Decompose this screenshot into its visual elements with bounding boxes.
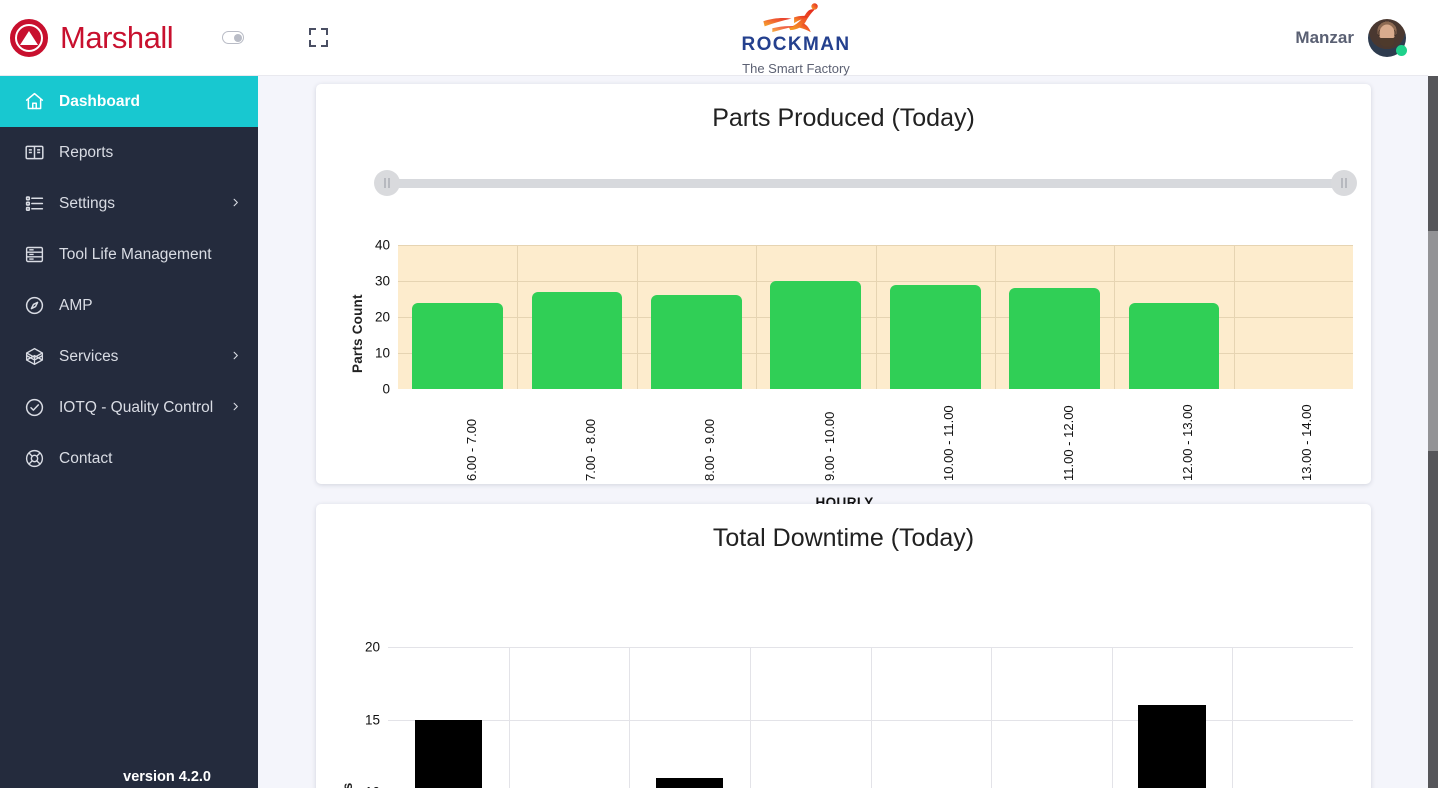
sidebar-item-label: AMP xyxy=(59,296,93,314)
lifebuoy-icon xyxy=(22,447,46,471)
main-content: Parts Produced (Today) Parts Count 0 10 20 3… xyxy=(258,76,1428,788)
slider-handle-left[interactable] xyxy=(374,170,400,196)
check-circle-icon xyxy=(22,396,46,420)
x-axis-tick: 6.00 - 7.00 xyxy=(463,418,479,481)
downtime-chart-title: Total Downtime (Today) xyxy=(712,524,975,552)
marshall-logo-icon xyxy=(10,18,48,57)
x-axis-tick: 13.00 - 14.00 xyxy=(1299,404,1315,481)
gridline-vertical xyxy=(1114,245,1116,389)
theme-toggle-icon[interactable] xyxy=(213,18,253,58)
sidebar-item-label: Tool Life Management xyxy=(59,245,212,263)
sidebar-item-label: Services xyxy=(59,347,119,365)
rockman-tagline: The Smart Factory xyxy=(742,61,850,76)
sidebar-item-settings[interactable]: Settings xyxy=(0,178,258,229)
sidebar-item-tool-life-management[interactable]: Tool Life Management xyxy=(0,229,258,280)
gridline-vertical xyxy=(629,647,631,788)
sidebar-item-label: Contact xyxy=(59,449,113,467)
gridline-vertical xyxy=(749,647,751,788)
y-axis-tick: 20 xyxy=(364,639,380,655)
card-total-downtime: Total Downtime (Today) Minutes10 15 20 xyxy=(316,504,1371,788)
gridline-vertical xyxy=(994,245,996,389)
sidebar-item-contact[interactable]: Contact xyxy=(0,433,258,484)
avatar[interactable] xyxy=(1368,19,1407,57)
bar-6[interactable] xyxy=(1138,705,1206,788)
card-parts-produced: Parts Produced (Today) Parts Count 0 10 20 3… xyxy=(316,84,1371,510)
bar-5[interactable] xyxy=(1009,288,1100,389)
home-icon xyxy=(22,90,46,114)
x-axis-tick: 10.00 - 11.00 xyxy=(941,405,957,481)
brand[interactable]: Marshall xyxy=(0,18,200,57)
gridline-vertical xyxy=(1111,647,1113,788)
chevron-right-icon[interactable] xyxy=(230,399,241,417)
sidebar-item-services[interactable]: Services xyxy=(0,331,258,382)
bar-3[interactable] xyxy=(770,281,862,389)
rockman-logo: ROCKMAN The Smart Factory xyxy=(736,0,856,76)
brand-name: Marshall xyxy=(60,19,174,55)
y-axis-tick: 10 xyxy=(374,345,390,361)
sidebar-item-dashboard[interactable]: Dashboard xyxy=(0,76,258,127)
sidebar-item-reports[interactable]: Reports xyxy=(0,127,258,178)
app-root: Marshall ROCKMAN The Smart Factory Manza… xyxy=(0,0,1438,788)
fullscreen-expand-icon[interactable] xyxy=(298,18,338,58)
server-icon xyxy=(22,243,46,267)
parts-chart-title: Parts Produced (Today) xyxy=(712,104,975,132)
sidebar-item-iotq-quality-control[interactable]: IOTQ - Quality Control xyxy=(0,382,258,433)
rockman-wordmark: ROCKMAN xyxy=(741,34,851,55)
chevron-right-icon[interactable] xyxy=(230,348,241,366)
gridline-vertical xyxy=(991,647,993,788)
running-man-icon xyxy=(763,3,818,33)
sidebar-item-label: Dashboard xyxy=(59,92,140,110)
sidebar-item-label: Settings xyxy=(59,194,116,212)
gridline-vertical xyxy=(517,245,519,389)
y-axis-tick: 40 xyxy=(374,237,390,253)
y-axis-title: Minutes xyxy=(340,753,355,788)
bar-4[interactable] xyxy=(889,284,981,389)
x-axis-tick: 12.00 - 13.00 xyxy=(1179,404,1195,481)
gridline-vertical xyxy=(508,647,510,788)
top-header: Marshall ROCKMAN The Smart Factory Manza… xyxy=(0,0,1428,76)
range-slider-track[interactable] xyxy=(378,179,1353,188)
y-axis-tick: 15 xyxy=(364,712,380,727)
bar-0[interactable] xyxy=(412,302,504,389)
x-axis-tick: 7.00 - 8.00 xyxy=(583,418,599,481)
gridline-vertical xyxy=(875,245,877,389)
book-icon xyxy=(22,141,46,165)
bar-0[interactable] xyxy=(414,719,483,788)
gridline-vertical xyxy=(636,245,638,389)
sidebar-item-label: Reports xyxy=(59,143,114,161)
bar-2[interactable] xyxy=(651,295,742,389)
y-axis-tick: 30 xyxy=(374,273,390,289)
bar-1[interactable] xyxy=(531,291,623,389)
list-icon xyxy=(22,192,46,216)
sidebar-item-amp[interactable]: AMP xyxy=(0,280,258,331)
gridline-vertical xyxy=(1232,647,1234,788)
page-scrollbar[interactable] xyxy=(1428,76,1438,788)
gridline-vertical xyxy=(1233,245,1235,389)
status-badge xyxy=(1396,45,1407,56)
gridline-vertical xyxy=(756,245,758,389)
x-axis-tick: 9.00 - 10.00 xyxy=(821,411,837,481)
chevron-right-icon[interactable] xyxy=(230,195,241,213)
plot-grid xyxy=(388,647,1353,788)
version-label: version 4.2.0 xyxy=(123,769,211,785)
y-axis-tick: 20 xyxy=(374,309,390,325)
sidebar: Dashboard Reports Settings Tool Life Manage… xyxy=(0,76,258,788)
x-axis-tick: 8.00 - 9.00 xyxy=(702,418,718,481)
network-icon xyxy=(22,345,46,369)
compass-icon xyxy=(22,294,46,318)
user-name: Manzar xyxy=(1295,28,1354,47)
y-axis-tick: 10 xyxy=(346,785,380,788)
sidebar-item-label: IOTQ - Quality Control xyxy=(59,398,214,416)
gridline-vertical xyxy=(870,647,872,788)
user-area[interactable]: Manzar xyxy=(1295,0,1407,76)
x-axis-tick: 11.00 - 12.00 xyxy=(1060,405,1076,481)
slider-handle-right[interactable] xyxy=(1331,170,1357,196)
plot-grid xyxy=(398,245,1353,389)
range-slider[interactable] xyxy=(374,170,1357,196)
bar-6[interactable] xyxy=(1128,302,1220,389)
page-scrollbar-thumb[interactable] xyxy=(1428,231,1438,451)
y-axis-tick: 0 xyxy=(382,381,390,397)
bar-2[interactable] xyxy=(655,777,724,788)
